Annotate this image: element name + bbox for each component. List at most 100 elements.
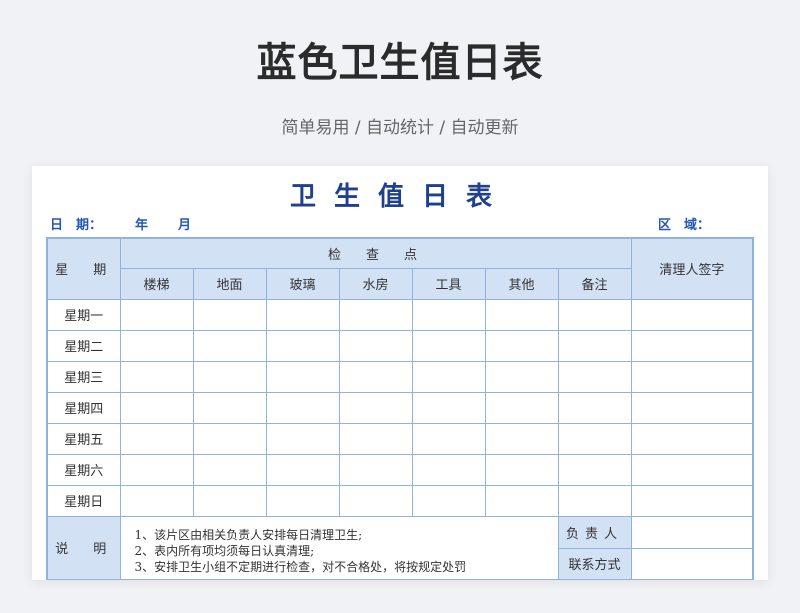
check-cell[interactable] [557, 360, 632, 393]
signature-cell[interactable] [630, 422, 754, 455]
check-cell[interactable] [411, 329, 486, 362]
notes-line: 2、表内所有项均须每日认真清理; [134, 543, 315, 558]
month-label: 月 [178, 218, 192, 233]
column-header: 其他 [484, 267, 559, 300]
area-label: 区 域： [658, 218, 711, 233]
check-cell[interactable] [265, 360, 340, 393]
check-cell[interactable] [192, 391, 267, 424]
duty-sheet: 卫生值日表 日 期： 年 月 区 域： 星 期 检 查 点 清理人签字 楼梯 地面… [32, 166, 768, 580]
table-row: 星期日 [46, 484, 754, 517]
weekday-header: 星 期 [46, 237, 121, 300]
check-cell[interactable] [119, 329, 194, 362]
check-cell[interactable] [119, 453, 194, 486]
table-row: 星期三 [46, 360, 754, 393]
check-cell[interactable] [557, 298, 632, 331]
check-cell[interactable] [411, 422, 486, 455]
check-points-header: 检 查 点 [119, 237, 632, 269]
weekday-label: 星期三 [46, 360, 121, 393]
weekday-label: 星期二 [46, 329, 121, 362]
column-header: 地面 [192, 267, 267, 300]
check-cell[interactable] [338, 360, 413, 393]
check-cell[interactable] [484, 329, 559, 362]
check-cell[interactable] [338, 453, 413, 486]
check-cell[interactable] [338, 298, 413, 331]
table-row: 星期五 [46, 422, 754, 455]
responsible-label: 负责人 [557, 515, 632, 549]
signature-cell[interactable] [630, 360, 754, 393]
check-cell[interactable] [557, 422, 632, 455]
weekday-label: 星期六 [46, 453, 121, 486]
check-cell[interactable] [411, 484, 486, 517]
contact-value[interactable] [630, 547, 754, 580]
check-cell[interactable] [265, 329, 340, 362]
check-cell[interactable] [119, 422, 194, 455]
check-cell[interactable] [338, 391, 413, 424]
signature-cell[interactable] [630, 391, 754, 424]
check-cell[interactable] [265, 298, 340, 331]
check-cell[interactable] [484, 453, 559, 486]
check-cell[interactable] [192, 329, 267, 362]
column-header: 楼梯 [119, 267, 194, 300]
column-header: 玻璃 [265, 267, 340, 300]
notes-label: 说 明 [46, 515, 121, 580]
check-cell[interactable] [484, 422, 559, 455]
check-cell[interactable] [411, 298, 486, 331]
weekday-label: 星期四 [46, 391, 121, 424]
check-cell[interactable] [265, 453, 340, 486]
check-cell[interactable] [265, 484, 340, 517]
check-cell[interactable] [338, 422, 413, 455]
notes-line: 1、该片区由相关负责人安排每日清理卫生; [134, 527, 363, 542]
signature-cell[interactable] [630, 329, 754, 362]
check-cell[interactable] [411, 360, 486, 393]
table-row: 星期二 [46, 329, 754, 362]
year-label: 年 [135, 218, 149, 233]
signature-cell[interactable] [630, 298, 754, 331]
date-label: 日 期： [50, 218, 103, 233]
weekday-label: 星期日 [46, 484, 121, 517]
page-subtitle: 简单易用 / 自动统计 / 自动更新 [281, 118, 519, 138]
check-cell[interactable] [484, 391, 559, 424]
weekday-label: 星期一 [46, 298, 121, 331]
check-cell[interactable] [192, 422, 267, 455]
table-row: 星期四 [46, 391, 754, 424]
check-cell[interactable] [192, 484, 267, 517]
signature-header: 清理人签字 [630, 237, 754, 300]
duty-table: 星 期 检 查 点 清理人签字 楼梯 地面 玻璃 水房 工具 其他 备注 星期一 星期二 星期三… [46, 237, 755, 580]
check-cell[interactable] [484, 484, 559, 517]
check-cell[interactable] [484, 298, 559, 331]
check-cell[interactable] [411, 453, 486, 486]
notes-row: 说 明 1、该片区由相关负责人安排每日清理卫生; 2、表内所有项均须每日认真清理; 3… [46, 515, 754, 580]
check-cell[interactable] [192, 360, 267, 393]
check-cell[interactable] [338, 329, 413, 362]
check-cell[interactable] [338, 484, 413, 517]
check-cell[interactable] [265, 422, 340, 455]
check-cell[interactable] [557, 484, 632, 517]
table-header-row: 星 期 检 查 点 清理人签字 [46, 237, 754, 300]
responsible-value[interactable] [630, 515, 754, 549]
signature-cell[interactable] [630, 453, 754, 486]
check-cell[interactable] [119, 484, 194, 517]
table-row: 星期六 [46, 453, 754, 486]
table-row: 星期一 [46, 298, 754, 331]
page-title: 蓝色卫生值日表 [256, 40, 544, 86]
notes-text: 1、该片区由相关负责人安排每日清理卫生; 2、表内所有项均须每日认真清理; 3、安排… [119, 515, 559, 580]
weekday-label: 星期五 [46, 422, 121, 455]
check-cell[interactable] [557, 453, 632, 486]
contact-label: 联系方式 [557, 547, 632, 580]
check-cell[interactable] [119, 360, 194, 393]
check-cell[interactable] [265, 391, 340, 424]
check-cell[interactable] [119, 391, 194, 424]
check-cell[interactable] [192, 453, 267, 486]
check-cell[interactable] [119, 298, 194, 331]
signature-cell[interactable] [630, 484, 754, 517]
check-cell[interactable] [411, 391, 486, 424]
check-cell[interactable] [557, 329, 632, 362]
check-cell[interactable] [484, 360, 559, 393]
sheet-title: 卫生值日表 [289, 182, 510, 212]
notes-line: 3、安排卫生小组不定期进行检查，对不合格处，将按规定处罚 [134, 559, 467, 574]
column-header: 工具 [411, 267, 486, 300]
check-cell[interactable] [557, 391, 632, 424]
check-cell[interactable] [192, 298, 267, 331]
column-header: 水房 [338, 267, 413, 300]
column-header: 备注 [557, 267, 632, 300]
